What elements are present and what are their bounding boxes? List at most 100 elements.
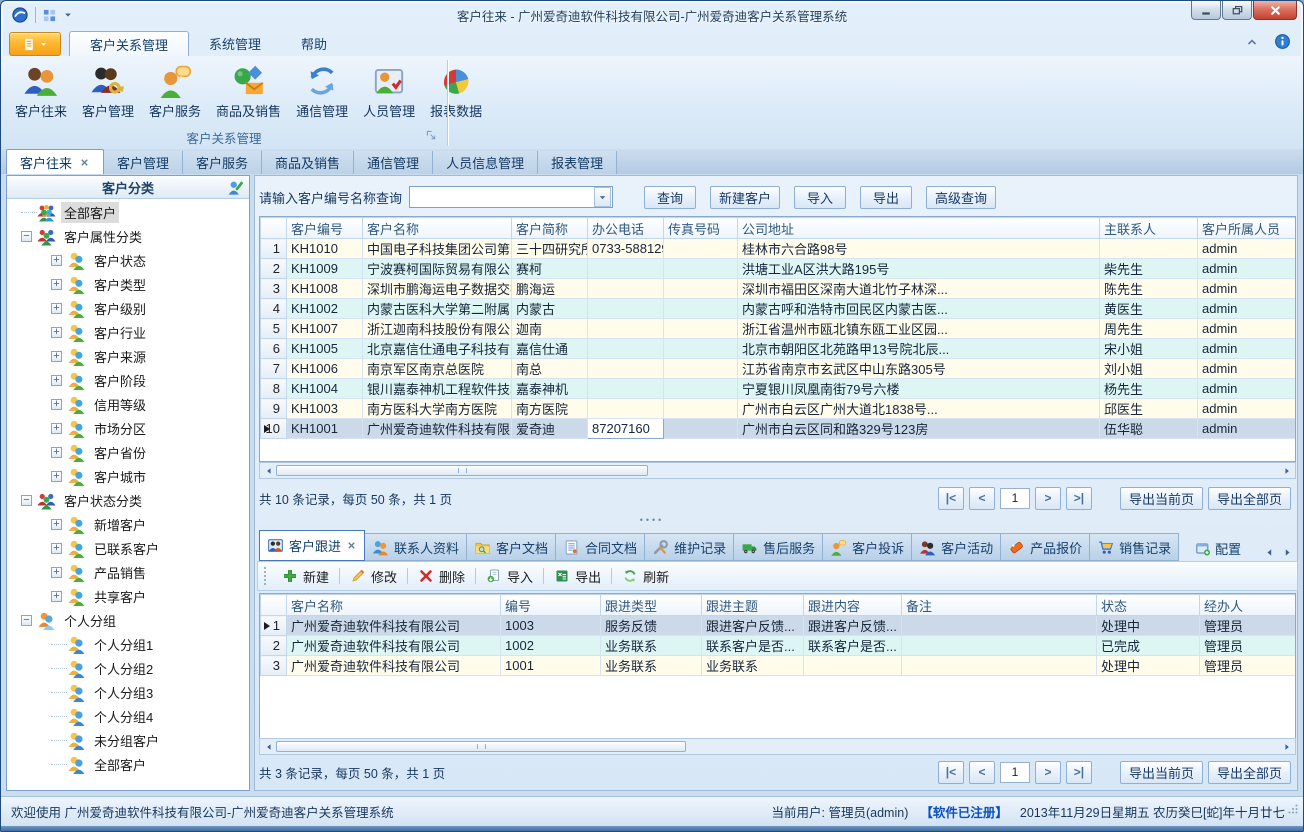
tree-node[interactable]: −客户状态分类 <box>7 488 249 512</box>
column-header[interactable]: 客户名称 <box>363 218 512 239</box>
collapse-ribbon-icon[interactable] <box>1244 34 1260 50</box>
column-header[interactable]: 传真号码 <box>664 218 738 239</box>
scroll-left-arrow[interactable] <box>261 464 276 477</box>
expander-plus-icon[interactable]: + <box>51 543 62 554</box>
expander-plus-icon[interactable]: + <box>51 447 62 458</box>
next-page-button[interactable]: > <box>1035 487 1061 510</box>
scroll-right-arrow[interactable] <box>1279 464 1294 477</box>
column-header[interactable]: 公司地址 <box>738 218 1100 239</box>
column-header[interactable]: 跟进内容 <box>804 595 902 616</box>
combo-dropdown-button[interactable] <box>594 187 611 207</box>
close-tab-icon[interactable] <box>346 540 357 551</box>
document-tab[interactable]: 客户服务 <box>183 151 262 174</box>
detail-tab[interactable]: 产品报价 <box>1001 533 1090 561</box>
document-tab[interactable]: 客户往来 <box>6 149 104 174</box>
expander-plus-icon[interactable]: + <box>51 327 62 338</box>
table-row[interactable]: 8KH1004银川嘉泰神机工程软件技术有限公司嘉泰神机宁夏银川凤凰南街79号六楼… <box>261 379 1296 399</box>
column-header[interactable]: 客户名称 <box>287 595 501 616</box>
ribbon-button[interactable]: 报表数据 <box>424 59 488 122</box>
scroll-right-arrow[interactable] <box>1279 740 1294 753</box>
expander-plus-icon[interactable]: + <box>51 423 62 434</box>
first-page-button[interactable]: |< <box>938 487 964 510</box>
document-tab[interactable]: 人员信息管理 <box>433 151 538 174</box>
config-tab-button[interactable]: 配置 <box>1189 536 1247 561</box>
column-header[interactable]: 客户编号 <box>287 218 363 239</box>
detail-tab[interactable]: 维护记录 <box>645 533 734 561</box>
export-current-page-button[interactable]: 导出当前页 <box>1120 487 1203 510</box>
expander-plus-icon[interactable]: + <box>51 591 62 602</box>
export-button[interactable]: 导出 <box>860 186 912 209</box>
tree-node[interactable]: +共享客户 <box>7 584 249 608</box>
expander-minus-icon[interactable]: − <box>21 231 32 242</box>
minimize-button[interactable] <box>1191 1 1221 20</box>
horizontal-splitter[interactable]: •••• <box>1 515 1303 525</box>
last-page-button[interactable]: >| <box>1066 487 1092 510</box>
import-button[interactable]: 导入 <box>479 565 540 588</box>
ribbon-button[interactable]: 客户管理 <box>76 59 140 122</box>
tree-node[interactable]: 全部客户 <box>7 752 249 776</box>
edit-button[interactable]: 修改 <box>343 565 404 588</box>
new-customer-button[interactable]: 新建客户 <box>710 186 780 209</box>
column-header[interactable]: 经办人 <box>1200 595 1296 616</box>
ribbon-button[interactable]: 商品及销售 <box>210 59 287 122</box>
table-row[interactable]: 9KH1003南方医科大学南方医院南方医院广州市白云区广州大道北1838号...… <box>261 399 1296 419</box>
scrollbar-thumb[interactable] <box>276 465 648 476</box>
advanced-query-button[interactable]: 高级查询 <box>926 186 996 209</box>
delete-button[interactable]: 删除 <box>411 565 472 588</box>
tree-node[interactable]: 全部客户 <box>7 200 249 224</box>
next-page-button[interactable]: > <box>1035 761 1061 784</box>
table-row[interactable]: 1广州爱奇迪软件科技有限公司1003服务反馈跟进客户反馈...跟进客户反馈...… <box>261 616 1296 636</box>
expander-plus-icon[interactable]: + <box>51 351 62 362</box>
column-header[interactable]: 客户所属人员 <box>1198 218 1296 239</box>
tab-scroll-right-button[interactable] <box>1279 543 1295 561</box>
table-row[interactable]: 2KH1009宁波赛柯国际贸易有限公司赛柯洪塘工业A区洪大路195号柴先生adm… <box>261 259 1296 279</box>
tree-node[interactable]: 个人分组1 <box>7 632 249 656</box>
prev-page-button[interactable]: < <box>969 487 995 510</box>
close-button[interactable] <box>1253 1 1297 20</box>
tree-node[interactable]: +信用等级 <box>7 392 249 416</box>
close-tab-icon[interactable] <box>79 157 90 168</box>
ribbon-button[interactable]: 客户往来 <box>9 59 73 122</box>
column-header[interactable]: 办公电话 <box>588 218 664 239</box>
expander-plus-icon[interactable]: + <box>51 255 62 266</box>
export-current-page-button[interactable]: 导出当前页 <box>1120 761 1203 784</box>
maximize-button[interactable] <box>1222 1 1252 20</box>
search-input[interactable] <box>410 188 594 206</box>
scrollbar-thumb[interactable] <box>276 741 686 752</box>
expander-plus-icon[interactable]: + <box>51 279 62 290</box>
ribbon-tab[interactable]: 帮助 <box>281 31 347 56</box>
tree-node[interactable]: 个人分组4 <box>7 704 249 728</box>
ribbon-tab[interactable]: 系统管理 <box>189 31 281 56</box>
tree-node[interactable]: −个人分组 <box>7 608 249 632</box>
document-tab[interactable]: 通信管理 <box>354 151 433 174</box>
page-input[interactable] <box>1000 762 1030 783</box>
tree-config-icon[interactable] <box>227 178 245 196</box>
document-tab[interactable]: 报表管理 <box>538 151 617 174</box>
ribbon-button[interactable]: 通信管理 <box>290 59 354 122</box>
detail-tab[interactable]: 客户活动 <box>912 533 1001 561</box>
ribbon-button[interactable]: 客户服务 <box>143 59 207 122</box>
application-menu-button[interactable] <box>9 32 61 56</box>
expander-plus-icon[interactable]: + <box>51 471 62 482</box>
tree-node[interactable]: +客户行业 <box>7 320 249 344</box>
registered-link[interactable]: 【软件已注册】 <box>920 802 1008 821</box>
tree-node[interactable]: 个人分组2 <box>7 656 249 680</box>
detail-tab[interactable]: 客户跟进 <box>259 530 365 561</box>
prev-page-button[interactable]: < <box>969 761 995 784</box>
dialog-launcher-icon[interactable] <box>425 129 438 142</box>
first-page-button[interactable]: |< <box>938 761 964 784</box>
detail-tab[interactable]: 合同文档 <box>556 533 645 561</box>
tree-node[interactable]: 个人分组3 <box>7 680 249 704</box>
table-row[interactable]: 3KH1008深圳市鹏海运电子数据交换有限公司鹏海运深圳市福田区深南大道北竹子林… <box>261 279 1296 299</box>
tree-node[interactable]: +客户省份 <box>7 440 249 464</box>
expander-plus-icon[interactable]: + <box>51 399 62 410</box>
column-header[interactable]: 备注 <box>902 595 1097 616</box>
tree-node[interactable]: 未分组客户 <box>7 728 249 752</box>
table-row[interactable]: 6KH1005北京嘉信仕通电子科技有限公司嘉信仕通北京市朝阳区北苑路甲13号院北… <box>261 339 1296 359</box>
info-icon[interactable] <box>1274 33 1291 50</box>
column-header[interactable]: 跟进类型 <box>601 595 702 616</box>
tab-scroll-left-button[interactable] <box>1261 543 1277 561</box>
expander-minus-icon[interactable]: − <box>21 495 32 506</box>
expander-plus-icon[interactable]: + <box>51 567 62 578</box>
import-button[interactable]: 导入 <box>794 186 846 209</box>
